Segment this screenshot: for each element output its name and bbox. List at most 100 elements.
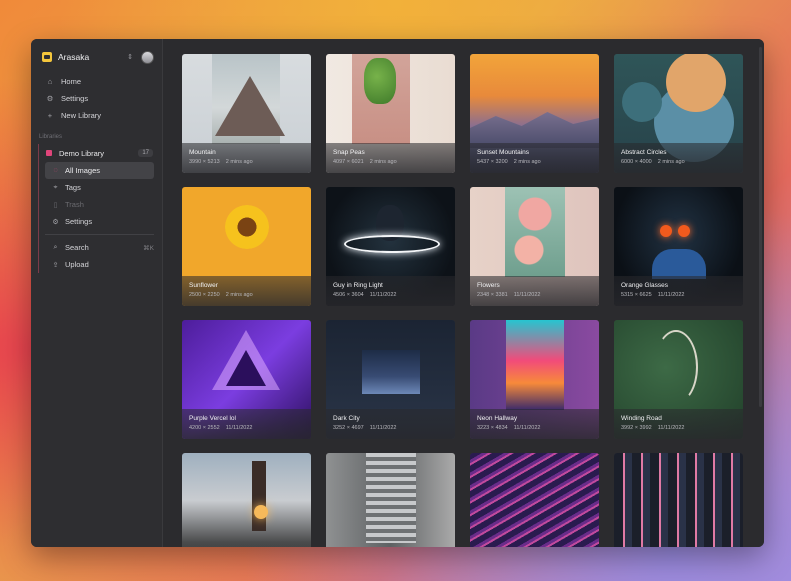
image-card[interactable]: Mountain 3990 × 5213 2 mins ago [182, 54, 311, 173]
image-dimensions: 3223 × 4834 [477, 425, 508, 431]
image-caption: Sunset Mountains 5437 × 3200 2 mins ago [470, 143, 599, 173]
image-card[interactable]: Snap Peas 4097 × 6021 2 mins ago [326, 54, 455, 173]
avatar[interactable] [141, 50, 154, 64]
image-title: Neon Hallway [477, 415, 518, 422]
image-grid: Mountain 3990 × 5213 2 mins ago Snap Peas… [182, 54, 743, 547]
image-title: Orange Glasses [621, 282, 668, 289]
image-date: 2 mins ago [369, 159, 397, 165]
image-caption: Abstract Circles 6000 × 4000 2 mins ago [614, 143, 743, 173]
library-tool-search-label: Search [65, 243, 89, 252]
image-caption: Purple Vercel lol 4200 × 2552 11/11/2022 [182, 409, 311, 439]
image-date: 11/11/2022 [657, 292, 685, 298]
nav-settings-label: Settings [61, 94, 89, 103]
gear-icon: ⚙ [46, 94, 54, 103]
image-date: 11/11/2022 [369, 292, 397, 298]
image-card[interactable]: Winding Road 3992 × 3992 11/11/2022 [614, 320, 743, 439]
image-dimensions: 3990 × 5213 [189, 159, 220, 165]
image-title: Dark City [333, 415, 360, 422]
app-logo-icon [42, 52, 52, 62]
workspace-header[interactable]: Arasaka ⇕ [31, 47, 162, 67]
image-date: 11/11/2022 [225, 425, 253, 431]
image-caption: Orange Glasses 5315 × 6625 11/11/2022 [614, 276, 743, 306]
image-title: Mountain [189, 149, 216, 156]
image-icon: ◌ [53, 167, 58, 174]
image-caption: Snap Peas 4097 × 6021 2 mins ago [326, 143, 455, 173]
library-item-settings-label: Settings [65, 217, 93, 226]
image-dimensions: 2500 × 2250 [189, 292, 220, 298]
library-tool-upload[interactable]: ⇪ Upload [39, 256, 162, 273]
image-card[interactable]: Flowers 2348 × 3381 11/11/2022 [470, 187, 599, 306]
image-date: 2 mins ago [657, 159, 685, 165]
library-item-tags-label: Tags [65, 183, 81, 192]
image-card[interactable] [182, 453, 311, 547]
image-date: 11/11/2022 [369, 425, 397, 431]
scrollbar[interactable] [759, 47, 762, 407]
library-tool-upload-label: Upload [65, 260, 89, 269]
nav-home-label: Home [61, 77, 82, 86]
nav-new-library[interactable]: + New Library [31, 107, 162, 124]
nav-new-library-label: New Library [61, 111, 102, 120]
image-title: Snap Peas [333, 149, 365, 156]
plus-icon: + [47, 111, 53, 120]
image-card[interactable]: Sunset Mountains 5437 × 3200 2 mins ago [470, 54, 599, 173]
library-item-trash[interactable]: ▯ Trash [39, 196, 162, 213]
image-card[interactable]: Dark City 3252 × 4697 11/11/2022 [326, 320, 455, 439]
section-label-libraries: Libraries [39, 134, 63, 140]
image-caption: Winding Road 3992 × 3992 11/11/2022 [614, 409, 743, 439]
image-card[interactable]: Orange Glasses 5315 × 6625 11/11/2022 [614, 187, 743, 306]
image-caption: Mountain 3990 × 5213 2 mins ago [182, 143, 311, 173]
image-dimensions: 3252 × 4697 [333, 425, 364, 431]
search-icon: ⌕ [53, 243, 58, 251]
image-card[interactable]: Purple Vercel lol 4200 × 2552 11/11/2022 [182, 320, 311, 439]
image-thumbnail [614, 453, 743, 547]
image-date: 2 mins ago [513, 159, 541, 165]
app-window: Arasaka ⇕ ⌂ Home ⚙ Settings + New Librar… [31, 39, 764, 547]
image-title: Flowers [477, 282, 500, 289]
trash-icon: ▯ [53, 201, 58, 209]
image-card[interactable]: Neon Hallway 3223 × 4834 11/11/2022 [470, 320, 599, 439]
image-thumbnail [470, 453, 599, 547]
image-card[interactable] [470, 453, 599, 547]
library-item-settings[interactable]: ⚙ Settings [39, 213, 162, 230]
image-date: 11/11/2022 [657, 425, 685, 431]
image-dimensions: 5437 × 3200 [477, 159, 508, 165]
image-card[interactable] [614, 453, 743, 547]
library-color-icon [46, 150, 52, 156]
image-date: 2 mins ago [225, 292, 253, 298]
image-dimensions: 4200 × 2552 [189, 425, 220, 431]
image-card[interactable]: Abstract Circles 6000 × 4000 2 mins ago [614, 54, 743, 173]
image-caption: Flowers 2348 × 3381 11/11/2022 [470, 276, 599, 306]
image-title: Winding Road [621, 415, 662, 422]
image-title: Guy in Ring Light [333, 282, 383, 289]
library-item-all-images[interactable]: ◌ All Images [45, 162, 154, 179]
image-caption: Guy in Ring Light 4506 × 3604 11/11/2022 [326, 276, 455, 306]
image-caption: Dark City 3252 × 4697 11/11/2022 [326, 409, 455, 439]
image-card[interactable]: Guy in Ring Light 4506 × 3604 11/11/2022 [326, 187, 455, 306]
library-item-tags[interactable]: ⌖ Tags [39, 179, 162, 196]
nav-settings[interactable]: ⚙ Settings [31, 90, 162, 107]
image-gallery: Mountain 3990 × 5213 2 mins ago Snap Peas… [163, 39, 764, 547]
image-date: 11/11/2022 [513, 425, 541, 431]
upload-icon: ⇪ [52, 261, 59, 269]
image-thumbnail [182, 453, 311, 547]
image-title: Sunset Mountains [477, 149, 530, 156]
image-date: 11/11/2022 [513, 292, 541, 298]
image-card[interactable]: Sunflower 2500 × 2250 2 mins ago [182, 187, 311, 306]
library-count-badge: 17 [138, 149, 153, 157]
home-icon: ⌂ [47, 77, 53, 86]
image-title: Abstract Circles [621, 149, 667, 156]
library-item-all-images-label: All Images [65, 166, 101, 175]
library-item-trash-label: Trash [65, 200, 84, 209]
sidebar-divider [45, 234, 154, 235]
library-tool-search[interactable]: ⌕ Search ⌘K [39, 239, 162, 256]
image-caption: Neon Hallway 3223 × 4834 11/11/2022 [470, 409, 599, 439]
library-name: Demo Library [59, 148, 105, 158]
library-group: Demo Library 17 ◌ All Images ⌖ Tags ▯ Tr… [38, 144, 162, 273]
image-card[interactable] [326, 453, 455, 547]
image-caption: Sunflower 2500 × 2250 2 mins ago [182, 276, 311, 306]
image-dimensions: 4097 × 6021 [333, 159, 364, 165]
nav-home[interactable]: ⌂ Home [31, 73, 162, 90]
library-demo[interactable]: Demo Library 17 [39, 144, 162, 162]
app-name: Arasaka [58, 52, 90, 62]
chevron-updown-icon[interactable]: ⇕ [127, 53, 133, 61]
